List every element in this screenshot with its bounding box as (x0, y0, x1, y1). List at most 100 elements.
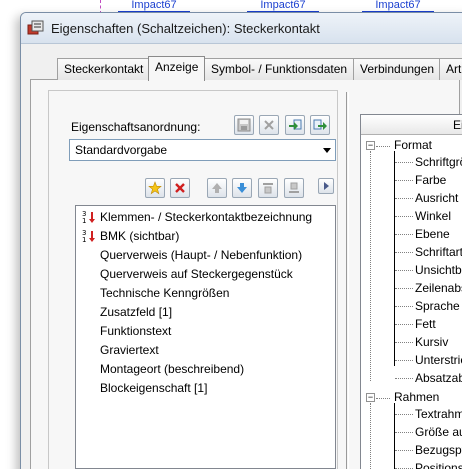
tree-item[interactable]: Zeilenabs (361, 279, 462, 297)
app-icon (27, 20, 44, 35)
tree-item-label: Positions (415, 461, 462, 469)
tree-item-label: Textrahm (415, 407, 462, 421)
tab-verbindungen[interactable]: Verbindungen (353, 58, 442, 80)
export-icon (313, 119, 327, 130)
tree-connector (395, 180, 413, 181)
sort-marker-icon: 31 (82, 210, 95, 225)
arrangement-select[interactable]: Standardvorgabe (69, 139, 336, 161)
delete-icon (175, 183, 185, 193)
list-item[interactable]: Zusatzfeld [1] (76, 303, 335, 322)
tree-item[interactable]: Schriftart (361, 243, 462, 261)
list-item[interactable]: Technische Kenngrößen (76, 284, 335, 303)
list-item[interactable]: 31 BMK (sichtbar) (76, 227, 335, 246)
background-label: Impact67 (247, 0, 319, 12)
tree-item[interactable]: Ebene (361, 225, 462, 243)
pane-splitter[interactable] (346, 92, 349, 469)
background-label: Impact67 (118, 0, 190, 12)
save-arrangement-button[interactable] (234, 115, 254, 135)
collapse-icon: − (366, 140, 375, 150)
new-property-button[interactable] (145, 178, 165, 198)
tree-item[interactable]: Unsichtb (361, 261, 462, 279)
tree-item[interactable]: Unterstric (361, 351, 462, 369)
arrangement-label: Eigenschaftsanordnung: (71, 120, 201, 134)
tree-connector (376, 146, 390, 147)
list-item-label: Blockeigenschaft [1] (100, 381, 208, 395)
list-item[interactable]: 31 Klemmen- / Steckerkontaktbezeichnung (76, 208, 335, 227)
move-up-button[interactable] (207, 178, 227, 198)
tree-item[interactable]: Ausricht (361, 189, 462, 207)
tree-item[interactable]: Größe au (361, 423, 462, 441)
list-item[interactable]: Graviertext (76, 341, 335, 360)
title-bar[interactable]: Eigenschaften (Schaltzeichen): Steckerko… (21, 13, 462, 44)
tree-connector (395, 324, 413, 325)
tree-item[interactable]: Positions (361, 459, 462, 469)
list-item-label: Technische Kenngrößen (100, 286, 230, 300)
list-item-label: Funktionstext (100, 324, 172, 338)
tree-connector (395, 216, 413, 217)
move-down-button[interactable] (232, 178, 252, 198)
tree-item-label: Ausricht (415, 191, 459, 205)
more-options-button[interactable] (318, 178, 334, 194)
tree-group-rahmen[interactable]: − Rahmen (361, 388, 462, 406)
tab-art[interactable]: Art (439, 58, 462, 80)
delete-arrangement-button[interactable] (259, 115, 279, 135)
move-to-bottom-button[interactable] (284, 178, 304, 198)
tree-item-label: Bezugspf (415, 443, 462, 457)
tree-header-label: Ei (453, 118, 462, 132)
list-item[interactable]: Querverweis (Haupt- / Nebenfunktion) (76, 246, 335, 265)
align-top-icon (263, 183, 273, 194)
tree-item-label: Kursiv (415, 335, 449, 349)
chevron-down-icon (323, 148, 331, 153)
tree-item[interactable]: Schriftgrö (361, 153, 462, 171)
tree-item[interactable]: Fett (361, 315, 462, 333)
tree-connector (395, 234, 413, 235)
import-arrangement-button[interactable] (285, 115, 305, 135)
export-arrangement-button[interactable] (310, 115, 330, 135)
list-item-label: Zusatzfeld [1] (100, 305, 173, 319)
delete-icon (264, 120, 274, 130)
tree-group-format[interactable]: − Format (361, 136, 462, 154)
tree-item-label: Schriftgrö (415, 155, 462, 169)
collapse-icon: − (366, 392, 375, 402)
list-item[interactable]: Funktionstext (76, 322, 335, 341)
format-tree[interactable]: Ei − Format Schriftgrö Farbe Ausricht Winke… (360, 114, 462, 469)
tree-item[interactable]: Bezugspf (361, 441, 462, 459)
tree-item[interactable]: Winkel (361, 207, 462, 225)
list-item-label: Klemmen- / Steckerkontaktbezeichnung (100, 210, 313, 224)
tree-group-label: Rahmen (394, 390, 440, 404)
tree-item[interactable]: Absatzab (361, 369, 462, 387)
tree-connector (376, 398, 390, 399)
tab-steckerkontakt[interactable]: Steckerkontakt (57, 58, 151, 80)
tab-anzeige[interactable]: Anzeige (148, 56, 206, 81)
delete-property-button[interactable] (170, 178, 190, 198)
tree-connector (395, 414, 413, 415)
import-icon (289, 119, 302, 130)
tree-connector (395, 432, 413, 433)
tree-item[interactable]: Textrahm (361, 405, 462, 423)
chevron-right-icon (324, 182, 329, 190)
tree-connector (395, 360, 413, 361)
list-item-label: Montageort (beschreibend) (100, 362, 245, 376)
svg-text:1: 1 (82, 236, 86, 244)
tab-bar: Steckerkontakt Anzeige Symbol- / Funktio… (38, 56, 462, 81)
tree-connector (395, 162, 413, 163)
align-bottom-icon (289, 182, 299, 193)
list-item[interactable]: Blockeigenschaft [1] (76, 379, 335, 398)
property-list[interactable]: 31 Klemmen- / Steckerkontaktbezeichnung … (75, 205, 336, 469)
window-title: Eigenschaften (Schaltzeichen): Steckerko… (51, 21, 320, 36)
tree-connector (395, 198, 413, 199)
list-item[interactable]: Querverweis auf Steckergegenstück (76, 265, 335, 284)
list-item-label: Querverweis auf Steckergegenstück (100, 267, 293, 281)
tree-item[interactable]: Sprache (361, 297, 462, 315)
tree-item-label: Fett (415, 317, 436, 331)
move-to-top-button[interactable] (258, 178, 278, 198)
tree-connector (395, 252, 413, 253)
tree-item-label: Schriftart (415, 245, 462, 259)
list-item[interactable]: Montageort (beschreibend) (76, 360, 335, 379)
tree-item[interactable]: Kursiv (361, 333, 462, 351)
tab-symbol-funktionsdaten[interactable]: Symbol- / Funktionsdaten (204, 58, 355, 80)
tree-item-label: Ebene (415, 227, 450, 241)
tree-item[interactable]: Farbe (361, 171, 462, 189)
tree-item-label: Absatzab (415, 371, 462, 385)
tree-connector (395, 270, 413, 271)
